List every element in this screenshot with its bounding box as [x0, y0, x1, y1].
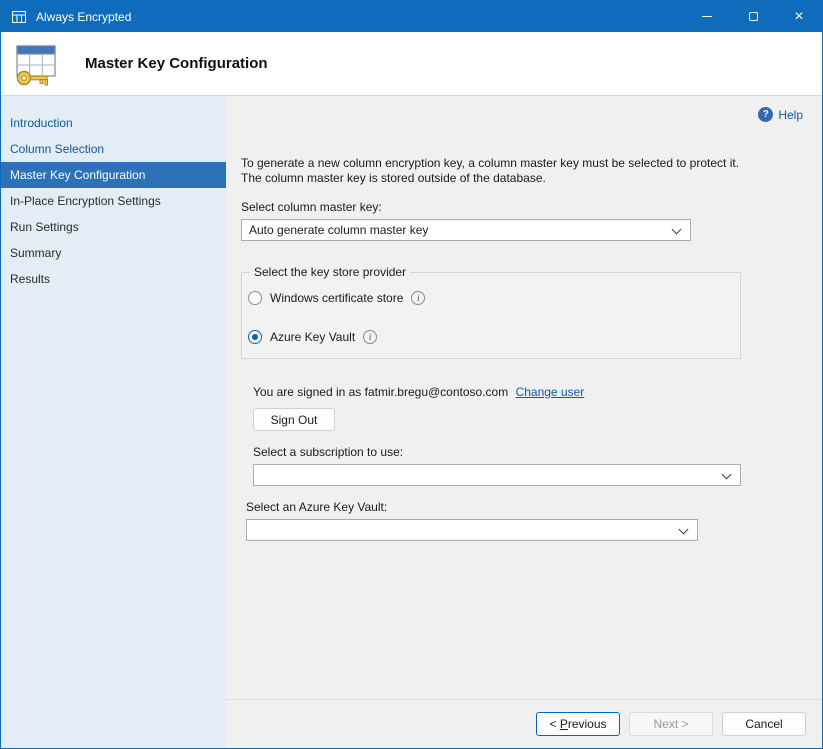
radio-selected-icon [248, 330, 262, 344]
sidebar-item-run-settings[interactable]: Run Settings [1, 214, 226, 240]
previous-button-rest: revious [568, 717, 607, 731]
help-icon: ? [758, 107, 773, 122]
previous-button-prefix: < [549, 717, 559, 731]
sidebar-item-in-place-encryption-settings[interactable]: In-Place Encryption Settings [1, 188, 226, 214]
sidebar-item-introduction[interactable]: Introduction [1, 110, 226, 136]
minimize-button[interactable] [684, 1, 730, 32]
page-title: Master Key Configuration [85, 55, 268, 72]
close-button[interactable]: × [776, 1, 822, 32]
radio-windows-certificate-store-label: Windows certificate store [270, 291, 403, 305]
wizard-steps-sidebar: Introduction Column Selection Master Key… [1, 96, 226, 748]
sidebar-item-results[interactable]: Results [1, 266, 226, 292]
next-button[interactable]: Next > [629, 712, 713, 736]
chevron-down-icon [672, 225, 682, 235]
window-title: Always Encrypted [36, 10, 131, 24]
radio-azure-key-vault[interactable]: Azure Key Vault i [248, 330, 730, 344]
signin-status: You are signed in as fatmir.bregu@contos… [253, 385, 806, 399]
chevron-down-icon [679, 525, 689, 535]
wizard-body: Introduction Column Selection Master Key… [1, 96, 822, 748]
radio-windows-certificate-store[interactable]: Windows certificate store i [248, 291, 730, 305]
always-encrypted-app-icon [11, 9, 27, 25]
intro-text: To generate a new column encryption key,… [241, 156, 756, 186]
window-controls: × [684, 1, 822, 32]
key-store-provider-group: Select the key store provider Windows ce… [241, 265, 741, 359]
help-link[interactable]: ? Help [758, 107, 803, 122]
maximize-button[interactable] [730, 1, 776, 32]
page-content: ? Help To generate a new column encrypti… [226, 96, 822, 699]
minimize-icon [702, 16, 712, 17]
azure-key-vault-dropdown[interactable] [246, 519, 698, 541]
info-icon[interactable]: i [363, 330, 377, 344]
table-key-icon [11, 40, 61, 88]
radio-azure-key-vault-label: Azure Key Vault [270, 330, 355, 344]
chevron-down-icon [722, 470, 732, 480]
previous-button[interactable]: < Previous [536, 712, 620, 736]
azure-key-vault-label: Select an Azure Key Vault: [246, 500, 806, 514]
close-icon: × [794, 9, 803, 25]
sidebar-item-column-selection[interactable]: Column Selection [1, 136, 226, 162]
master-key-dropdown-value: Auto generate column master key [249, 223, 428, 237]
subscription-dropdown[interactable] [253, 464, 741, 486]
info-icon[interactable]: i [411, 291, 425, 305]
change-user-link[interactable]: Change user [516, 385, 585, 399]
radio-unselected-icon [248, 291, 262, 305]
sidebar-item-summary[interactable]: Summary [1, 240, 226, 266]
master-key-label: Select column master key: [241, 200, 806, 214]
master-key-dropdown[interactable]: Auto generate column master key [241, 219, 691, 241]
footer-bar: < Previous Next > Cancel [226, 699, 822, 748]
title-bar: Always Encrypted × [1, 1, 822, 32]
help-label: Help [778, 108, 803, 122]
sign-out-button[interactable]: Sign Out [253, 408, 335, 431]
always-encrypted-wizard-window: Always Encrypted × [0, 0, 823, 749]
cancel-button[interactable]: Cancel [722, 712, 806, 736]
key-store-provider-legend: Select the key store provider [250, 265, 410, 279]
maximize-icon [749, 12, 758, 21]
wizard-header: Master Key Configuration [1, 32, 822, 96]
signin-text: You are signed in as fatmir.bregu@contos… [253, 385, 508, 399]
previous-button-accesskey: P [560, 717, 568, 731]
main-column: ? Help To generate a new column encrypti… [226, 96, 822, 748]
subscription-label: Select a subscription to use: [253, 445, 806, 459]
sidebar-item-master-key-configuration[interactable]: Master Key Configuration [1, 162, 226, 188]
